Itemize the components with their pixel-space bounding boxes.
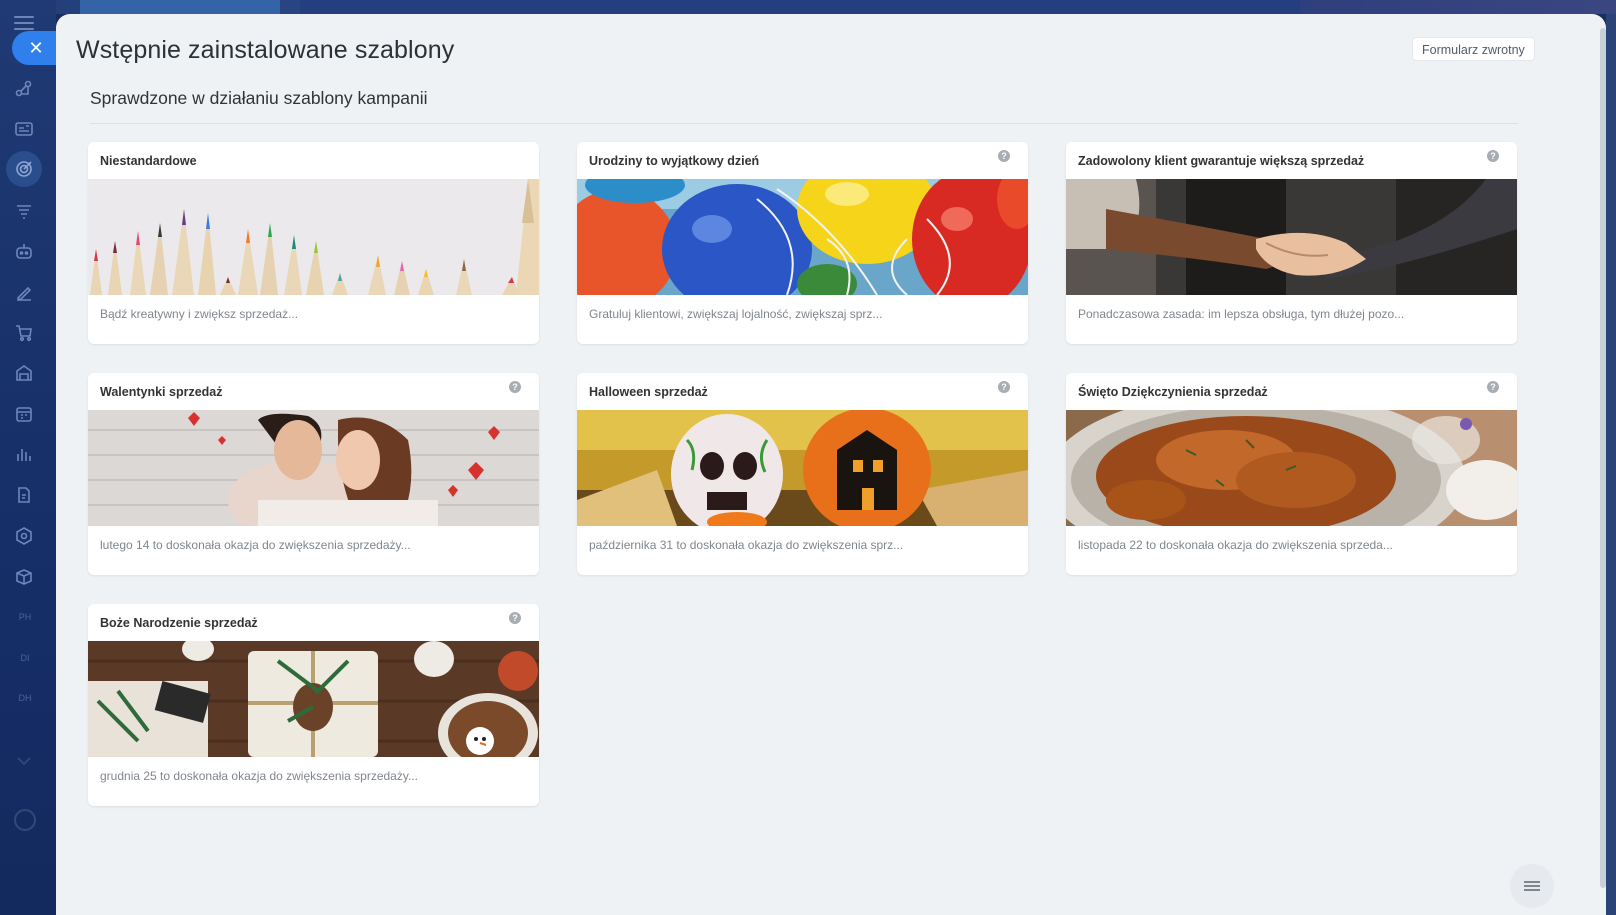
help-icon[interactable]: ? <box>509 381 521 393</box>
settings-icon[interactable] <box>14 809 36 831</box>
sidebar-text-dh[interactable]: DH <box>10 693 40 703</box>
section-title: Sprawdzone w działaniu szablony kampanii <box>90 88 428 108</box>
contact-center-icon[interactable] <box>13 118 35 140</box>
template-card-valentines[interactable]: Walentynki sprzedaż ? lutego 14 to dosko… <box>88 373 539 575</box>
help-icon[interactable]: ? <box>998 150 1010 162</box>
chevron-down-icon[interactable] <box>14 754 34 768</box>
gifts-image <box>88 641 539 757</box>
template-card-satisfied-client[interactable]: Zadowolony klient gwarantuje większą spr… <box>1066 142 1517 344</box>
sign-icon[interactable] <box>13 281 35 303</box>
feedback-button[interactable]: Formularz zwrotny <box>1412 37 1535 61</box>
scrollbar[interactable] <box>1600 28 1606 888</box>
background-top <box>0 0 1616 14</box>
sidebar-text-di[interactable]: DI <box>10 653 40 663</box>
left-sidebar: PH DI DH <box>0 0 56 915</box>
help-icon[interactable]: ? <box>1487 150 1499 162</box>
template-card-custom[interactable]: Niestandardowe Bądź kreatywny i zwiększ … <box>88 142 539 344</box>
card-description: listopada 22 to doskonała okazja do zwię… <box>1078 538 1393 552</box>
handshake-image <box>1066 179 1517 295</box>
help-icon[interactable]: ? <box>998 381 1010 393</box>
turkey-image <box>1066 410 1517 526</box>
card-title: Walentynki sprzedaż <box>100 385 223 399</box>
card-title: Niestandardowe <box>100 154 197 168</box>
documents-icon[interactable] <box>13 484 35 506</box>
crm-icon[interactable] <box>13 78 35 100</box>
card-description: października 31 to doskonała okazja do z… <box>589 538 904 552</box>
template-card-thanksgiving[interactable]: Święto Dziękczynienia sprzedaż ? listopa… <box>1066 373 1517 575</box>
page-title: Wstępnie zainstalowane szablony <box>76 36 455 64</box>
box-icon[interactable] <box>13 566 35 588</box>
template-card-halloween[interactable]: Halloween sprzedaż ? października 31 to … <box>577 373 1028 575</box>
card-description: Bądź kreatywny i zwiększ sprzedaż... <box>100 307 299 321</box>
section-divider <box>90 123 1518 124</box>
help-icon[interactable]: ? <box>1487 381 1499 393</box>
sales-funnel-icon[interactable] <box>13 200 35 222</box>
balloons-image <box>577 179 1028 295</box>
marketing-icon[interactable] <box>6 151 42 187</box>
help-icon[interactable]: ? <box>509 612 521 624</box>
card-description: grudnia 25 to doskonała okazja do zwięks… <box>100 769 418 783</box>
card-title: Halloween sprzedaż <box>589 385 708 399</box>
right-edge <box>1606 14 1616 915</box>
calendar-icon[interactable] <box>13 403 35 425</box>
cart-icon[interactable] <box>13 322 35 344</box>
card-title: Zadowolony klient gwarantuje większą spr… <box>1078 154 1365 168</box>
card-description: lutego 14 to doskonała okazja do zwiększ… <box>100 538 411 552</box>
pencils-image <box>88 179 539 295</box>
template-card-christmas[interactable]: Boże Narodzenie sprzedaż ? grudnia 25 to… <box>88 604 539 806</box>
robot-icon[interactable] <box>13 240 35 262</box>
card-description: Ponadczasowa zasada: im lepsza obsługa, … <box>1078 307 1405 321</box>
template-card-birthday[interactable]: Urodziny to wyjątkowy dzień ? Gratuluj k… <box>577 142 1028 344</box>
card-description: Gratuluj klientowi, zwiększaj lojalność,… <box>589 307 883 321</box>
close-button[interactable]: ✕ <box>12 31 56 65</box>
couple-image <box>88 410 539 526</box>
inventory-icon[interactable] <box>13 362 35 384</box>
card-title: Boże Narodzenie sprzedaż <box>100 616 258 630</box>
templates-panel: Wstępnie zainstalowane szablony Formular… <box>56 14 1606 915</box>
card-title: Święto Dziękczynienia sprzedaż <box>1078 385 1268 399</box>
list-menu-button[interactable] <box>1510 864 1554 908</box>
automation-icon[interactable] <box>13 525 35 547</box>
analytics-icon[interactable] <box>13 443 35 465</box>
card-title: Urodziny to wyjątkowy dzień <box>589 154 760 168</box>
pumpkins-image <box>577 410 1028 526</box>
sidebar-text-ph[interactable]: PH <box>10 612 40 622</box>
menu-icon[interactable] <box>14 16 34 30</box>
